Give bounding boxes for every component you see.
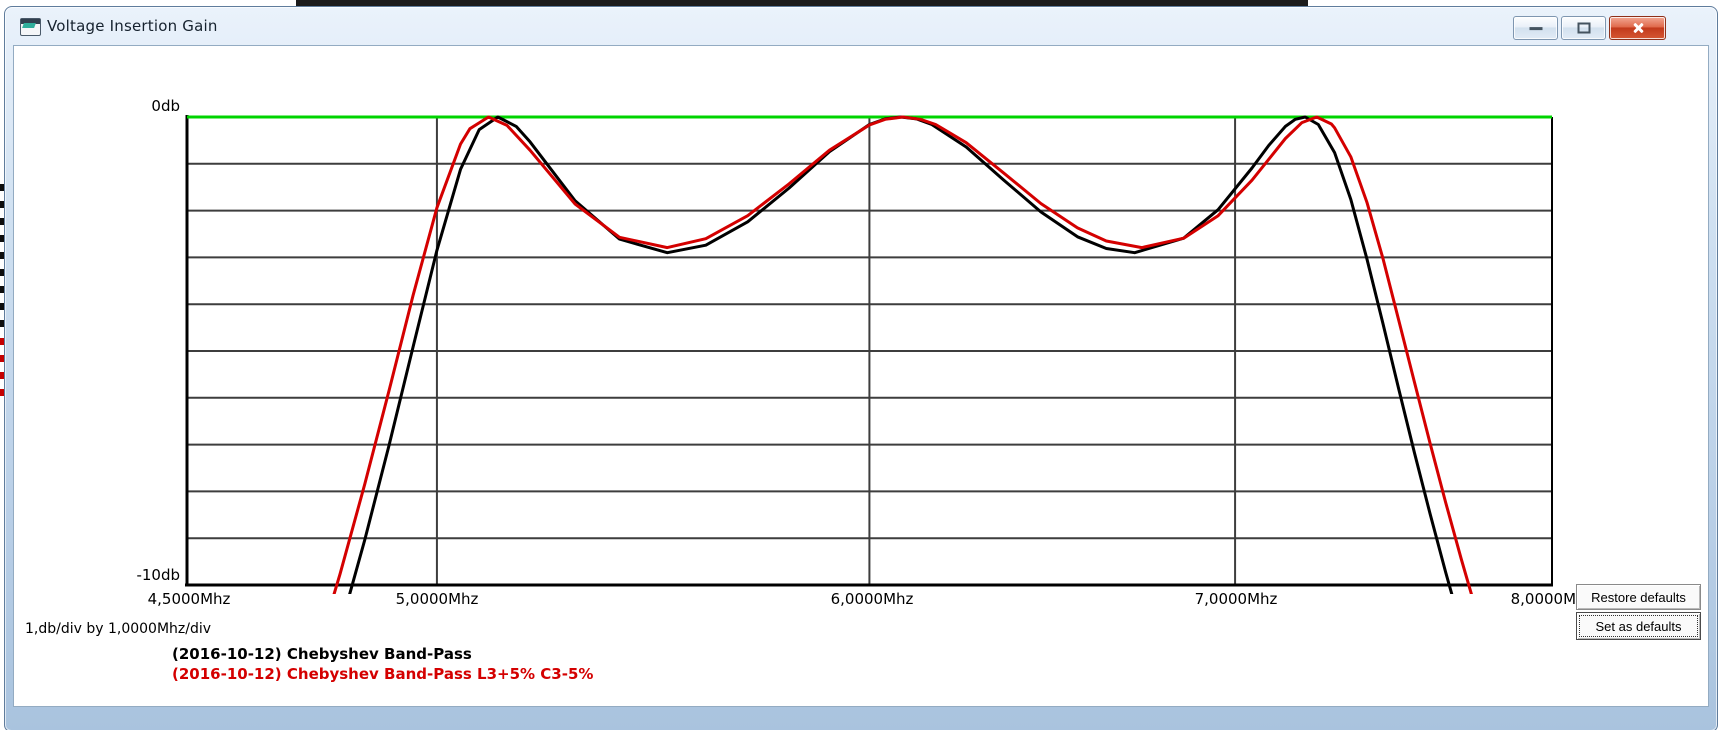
app-icon: [20, 18, 41, 36]
titlebar[interactable]: Voltage Insertion Gain: [5, 7, 1717, 45]
window-title: Voltage Insertion Gain: [47, 17, 218, 35]
screenshot-root: Voltage Insertion Gain 0db -10db 4,5000M…: [0, 0, 1722, 730]
set-as-defaults-button[interactable]: Set as defaults: [1576, 612, 1701, 640]
maximize-icon: [1577, 23, 1590, 34]
minimize-button[interactable]: [1513, 16, 1558, 40]
restore-defaults-button[interactable]: Restore defaults: [1576, 584, 1701, 610]
window-content: [13, 45, 1709, 707]
close-icon: [1631, 21, 1645, 35]
close-button[interactable]: [1609, 16, 1666, 40]
voltage-insertion-gain-window: Voltage Insertion Gain: [4, 6, 1718, 730]
minimize-icon: [1529, 27, 1542, 30]
maximize-button[interactable]: [1561, 16, 1606, 40]
caption-buttons: [1513, 16, 1666, 40]
